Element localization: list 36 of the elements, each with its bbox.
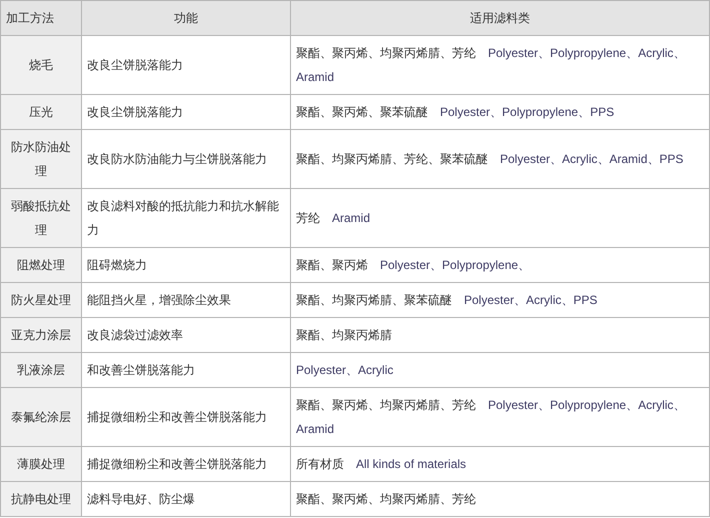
function-cell: 捕捉微细粉尘和改善尘饼脱落能力 — [82, 446, 290, 482]
method-cell: 压光 — [0, 94, 82, 130]
method-cell: 防火星处理 — [0, 282, 82, 318]
column-header: 适用滤料类 — [290, 0, 710, 36]
method-cell: 亚克力涂层 — [0, 318, 82, 352]
method-cell: 抗静电处理 — [0, 482, 82, 516]
function-cell: 改良滤料对酸的抵抗能力和抗水解能力 — [82, 188, 290, 248]
materials-cell: 聚酯、聚丙烯、均聚丙烯腈、芳纶 — [290, 482, 710, 516]
function-cell: 阻碍燃烧力 — [82, 248, 290, 282]
function-cell: 改良尘饼脱落能力 — [82, 36, 290, 94]
method-cell: 阻燃处理 — [0, 248, 82, 282]
function-cell: 改良滤袋过滤效率 — [82, 318, 290, 352]
function-cell: 捕捉微细粉尘和改善尘饼脱落能力 — [82, 388, 290, 446]
materials-cell: 聚酯、均聚丙烯腈、芳纶、聚苯硫醚 Polyester、Acrylic、Aramid、PPS — [290, 130, 710, 188]
method-cell: 防水防油处理 — [0, 130, 82, 188]
materials-cell: Polyester、Acrylic — [290, 352, 710, 388]
materials-cell: 聚酯、聚丙烯 Polyester、Polypropylene、 — [290, 248, 710, 282]
method-cell: 烧毛 — [0, 36, 82, 94]
function-cell: 滤料导电好、防尘爆 — [82, 482, 290, 516]
function-cell: 改良防水防油能力与尘饼脱落能力 — [82, 130, 290, 188]
materials-cell: 所有材质 All kinds of materials — [290, 446, 710, 482]
materials-cell: 聚酯、聚丙烯、聚苯硫醚 Polyester、Polypropylene、PPS — [290, 94, 710, 130]
materials-cell: 聚酯、聚丙烯、均聚丙烯腈、芳纶 Polyester、Polypropylene、Acrylic、Aramid — [290, 36, 710, 94]
column-header: 加工方法 — [0, 0, 82, 36]
materials-cell: 聚酯、均聚丙烯腈 — [290, 318, 710, 352]
method-cell: 弱酸抵抗处理 — [0, 188, 82, 248]
materials-cell: 聚酯、均聚丙烯腈、聚苯硫醚 Polyester、Acrylic、PPS — [290, 282, 710, 318]
materials-cell: 聚酯、聚丙烯、均聚丙烯腈、芳纶 Polyester、Polypropylene、Acrylic、Aramid — [290, 388, 710, 446]
column-header: 功能 — [82, 0, 290, 36]
function-cell: 能阻挡火星，增强除尘效果 — [82, 282, 290, 318]
function-cell: 改良尘饼脱落能力 — [82, 94, 290, 130]
function-cell: 和改善尘饼脱落能力 — [82, 352, 290, 388]
method-cell: 乳液涂层 — [0, 352, 82, 388]
method-cell: 薄膜处理 — [0, 446, 82, 482]
method-cell: 泰氟纶涂层 — [0, 388, 82, 446]
materials-cell: 芳纶 Aramid — [290, 188, 710, 248]
